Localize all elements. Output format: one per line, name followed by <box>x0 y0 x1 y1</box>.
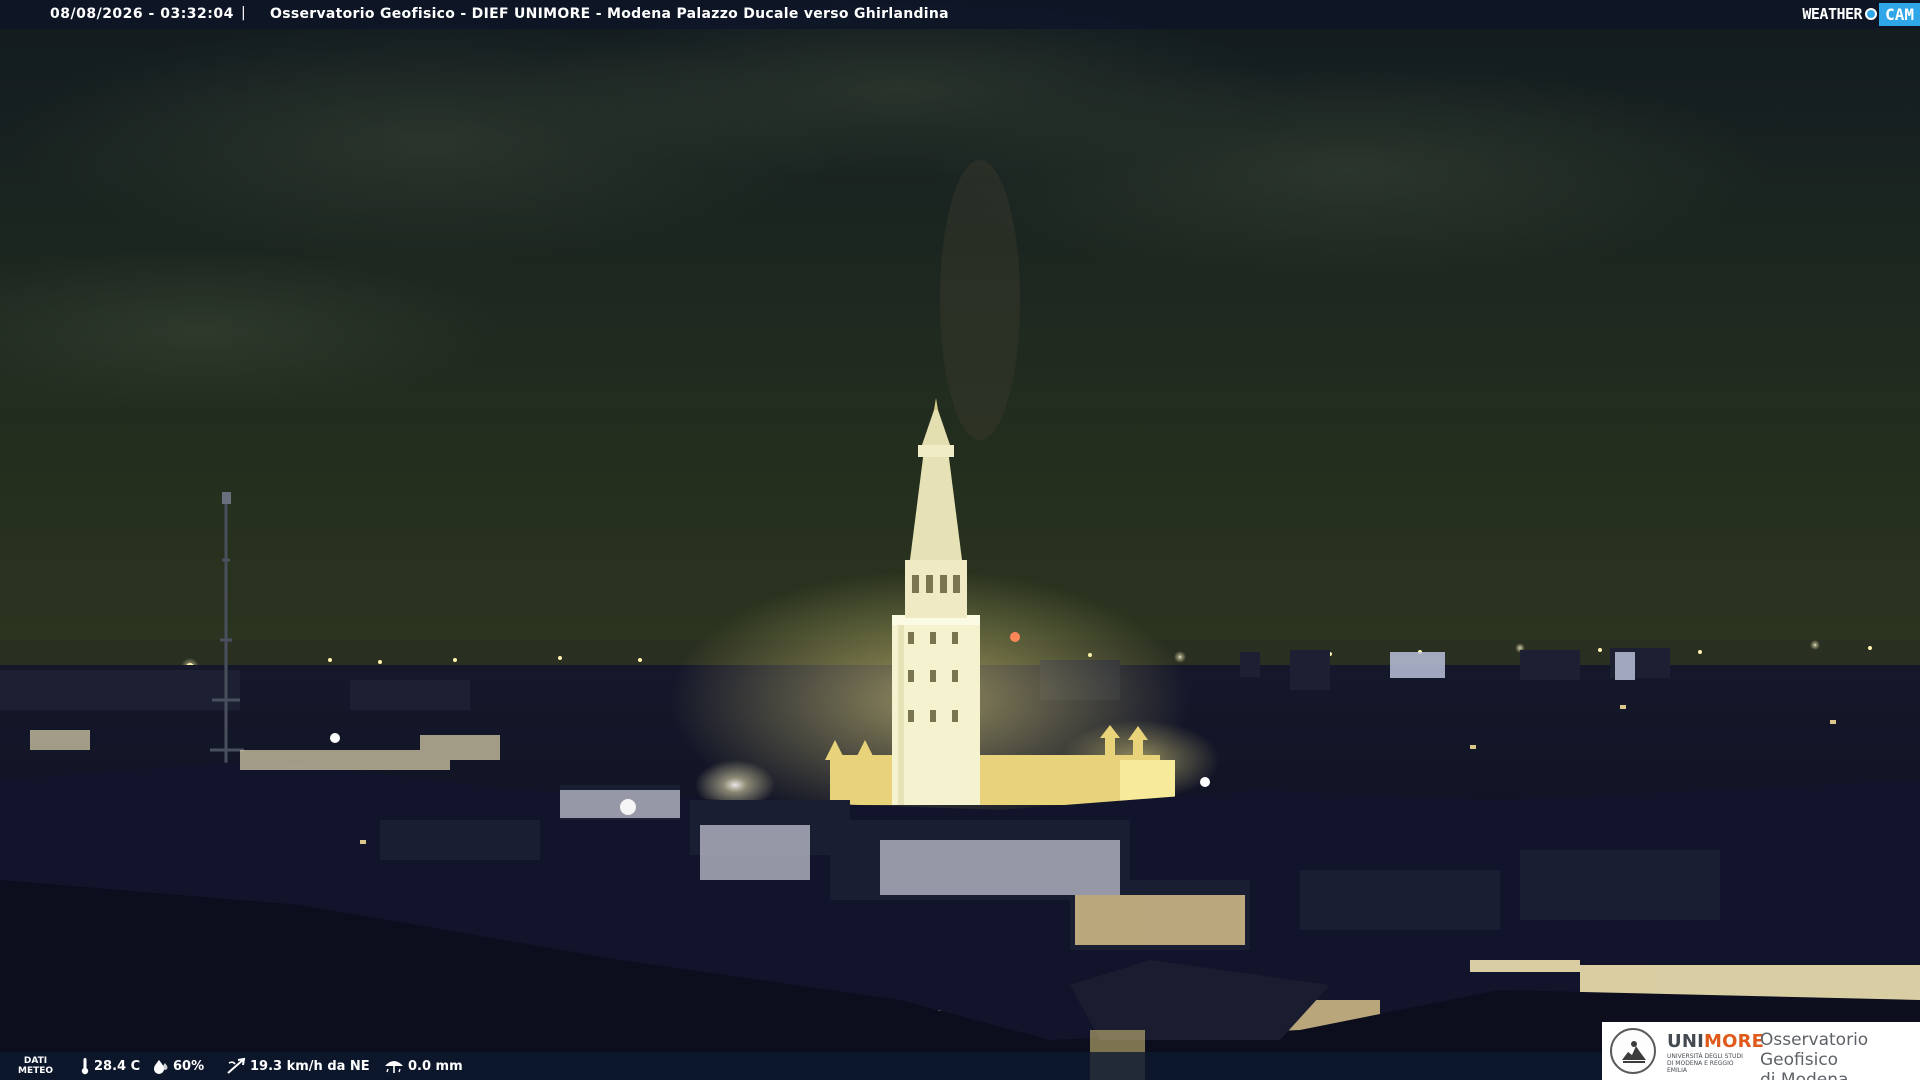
camera-title: Osservatorio Geofisico - DIEF UNIMORE - … <box>270 6 949 22</box>
weathercam-logo-weather: WEATHER <box>1802 5 1863 23</box>
title-separator: | <box>241 5 246 21</box>
unimore-osservatorio-logo: UNIMORE UNIVERSITÀ DEGLI STUDI DI MODENA… <box>1602 1022 1920 1080</box>
rain-value: 0.0 mm <box>408 1058 463 1074</box>
webcam-view: 08/08/2026 - 03:32:04 | Osservatorio Geo… <box>0 0 1920 1080</box>
wind-value: 19.3 km/h da NE <box>250 1058 370 1074</box>
osservatorio-name: Osservatorio Geofisico di Modena <box>1760 1030 1869 1080</box>
weathercam-dot-icon <box>1865 8 1878 20</box>
wind-readout: 19.3 km/h da NE <box>226 1052 370 1080</box>
unimore-wordmark: UNIMORE <box>1667 1031 1765 1052</box>
dati-meteo-label: DATI METEO <box>18 1056 54 1076</box>
webcam-top-bar: 08/08/2026 - 03:32:04 | Osservatorio Geo… <box>0 0 1920 29</box>
rain-readout: 0.0 mm <box>384 1052 463 1080</box>
rain-gauge-icon <box>385 1061 403 1073</box>
timestamp: 08/08/2026 - 03:32:04 <box>50 6 234 22</box>
temperature-readout: 28.4 C <box>80 1052 140 1080</box>
webcam-image <box>0 0 1920 1080</box>
unimore-subtitle: UNIVERSITÀ DEGLI STUDI DI MODENA E REGGI… <box>1667 1053 1743 1074</box>
unimore-seal-icon <box>1610 1028 1656 1074</box>
weathercam-logo: WEATHER CAM <box>1802 1 1920 27</box>
humidity-readout: 60% <box>153 1052 204 1080</box>
humidity-value: 60% <box>173 1058 205 1074</box>
humidity-icon <box>154 1060 168 1074</box>
temperature-value: 28.4 C <box>94 1058 141 1074</box>
thermometer-icon <box>81 1058 89 1075</box>
weather-data-bar: DATI METEO 28.4 C 60% 19.3 km/h da NE 0.… <box>0 1052 1605 1080</box>
wind-icon <box>227 1057 246 1074</box>
weathercam-logo-cam: CAM <box>1879 2 1920 26</box>
